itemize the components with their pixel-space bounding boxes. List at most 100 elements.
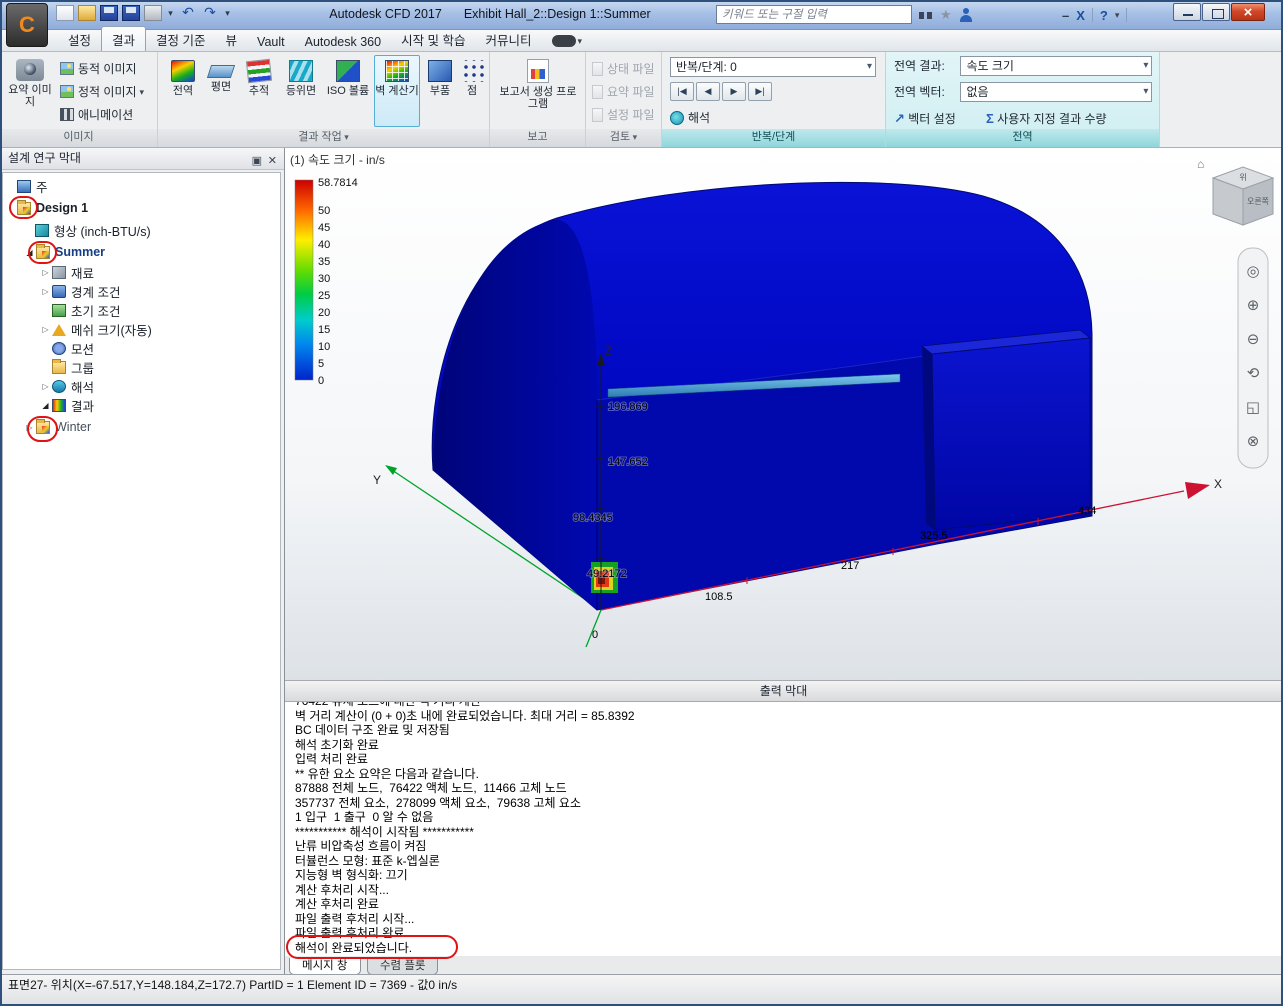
- traces-button[interactable]: 추적: [240, 55, 278, 127]
- group-label-review[interactable]: 검토: [586, 129, 661, 147]
- step-back-icon[interactable]: ◀: [696, 82, 720, 101]
- svg-text:325.5: 325.5: [920, 530, 948, 542]
- sign-in-user-icon[interactable]: [958, 7, 974, 23]
- svg-text:434: 434: [1078, 505, 1096, 517]
- static-image-button[interactable]: 정적 이미지: [60, 81, 144, 101]
- exchange-apps-icon[interactable]: X: [1076, 8, 1085, 23]
- skip-to-end-icon[interactable]: ▶|: [748, 82, 772, 101]
- pan-icon[interactable]: ⊕: [1247, 297, 1260, 314]
- custom-result-quantity-button[interactable]: 사용자 지정 결과 수량: [986, 108, 1106, 128]
- svg-text:25: 25: [318, 290, 330, 302]
- redo-icon[interactable]: [201, 5, 219, 21]
- tab-results[interactable]: 결과: [101, 26, 147, 51]
- tab-community[interactable]: 커뮤니티: [476, 27, 542, 51]
- undo-icon[interactable]: [179, 5, 197, 21]
- tree-item-motion[interactable]: 모션: [3, 339, 280, 358]
- chevron-down-icon[interactable]: [166, 5, 175, 21]
- animation-button[interactable]: 애니메이션: [60, 104, 133, 124]
- tab-vault[interactable]: Vault: [247, 32, 295, 51]
- expand-arrow-icon[interactable]: [39, 325, 52, 334]
- group-label-result-tasks[interactable]: 결과 작업: [158, 129, 489, 147]
- global-result-dropdown[interactable]: 속도 크기: [960, 56, 1153, 76]
- global-results-button[interactable]: 전역: [164, 55, 202, 127]
- summary-image-button[interactable]: 요약 이미지: [4, 55, 56, 127]
- zoom-icon[interactable]: ⊖: [1247, 331, 1260, 348]
- app-logo[interactable]: C: [6, 3, 48, 47]
- points-button[interactable]: 점: [458, 55, 486, 127]
- tab-setup[interactable]: 설정: [58, 27, 101, 51]
- dynamic-image-button[interactable]: 동적 이미지: [60, 58, 137, 78]
- isosurfaces-button[interactable]: 등위면: [278, 55, 324, 127]
- play-icon[interactable]: ▶: [722, 82, 746, 101]
- expand-arrow-icon[interactable]: [39, 268, 52, 277]
- legend-max: 58.7814: [318, 177, 358, 189]
- tab-view[interactable]: 뷰: [216, 27, 248, 51]
- tab-message-window[interactable]: 메시지 창: [289, 958, 361, 975]
- expand-arrow-icon[interactable]: [39, 401, 52, 410]
- save-all-icon[interactable]: [122, 5, 140, 21]
- expand-arrow-icon[interactable]: [39, 382, 52, 391]
- tree-item-geometry[interactable]: 형상 (inch-BTU/s): [3, 219, 280, 241]
- tree-item-design1[interactable]: Design 1: [3, 197, 280, 219]
- parts-button[interactable]: 부품: [422, 55, 458, 127]
- cloud-icon[interactable]: [551, 35, 576, 47]
- tab-autodesk360[interactable]: Autodesk 360: [295, 32, 391, 51]
- report-generator-button[interactable]: 보고서 생성 프로그램: [498, 55, 578, 127]
- pin-icon[interactable]: ▣: [252, 151, 262, 172]
- chevron-down-icon[interactable]: [140, 81, 145, 102]
- svg-text:35: 35: [318, 256, 330, 268]
- open-file-icon[interactable]: [78, 5, 96, 21]
- new-file-icon[interactable]: [56, 5, 74, 21]
- favorites-star-icon[interactable]: [940, 6, 952, 24]
- planes-button[interactable]: 평면: [202, 55, 240, 127]
- help-icon[interactable]: ?: [1100, 8, 1108, 23]
- search-icon[interactable]: [918, 8, 934, 22]
- output-bar-header[interactable]: 출력 막대: [285, 680, 1283, 702]
- tab-convergence-plot[interactable]: 수렴 플롯: [366, 958, 439, 975]
- window-controls: [1173, 3, 1265, 21]
- close-icon[interactable]: ✕: [268, 151, 277, 172]
- tree-item-initial-conditions[interactable]: 초기 조건: [3, 301, 280, 320]
- tree-item-mesh-size[interactable]: 메쉬 크기(자동): [3, 320, 280, 339]
- tree-item-results[interactable]: 결과: [3, 396, 280, 415]
- minimize-button[interactable]: [1173, 3, 1201, 21]
- chevron-down-icon[interactable]: [1115, 5, 1120, 25]
- motion-icon[interactable]: ⊗: [1247, 433, 1260, 450]
- tab-decision-center[interactable]: 결정 기준: [146, 27, 215, 51]
- orbit-icon[interactable]: ⟲: [1247, 365, 1260, 382]
- tree-item-groups[interactable]: 그룹: [3, 358, 280, 377]
- save-icon[interactable]: [100, 5, 118, 21]
- tree-item-summer[interactable]: Summer: [3, 241, 280, 263]
- group-label-iteration: 반복/단계: [662, 129, 885, 147]
- expand-arrow-icon[interactable]: [23, 423, 36, 432]
- close-button[interactable]: [1231, 3, 1265, 21]
- home-icon[interactable]: ⌂: [1197, 157, 1204, 171]
- look-at-icon[interactable]: ◱: [1246, 399, 1260, 416]
- tree-item-boundary-conditions[interactable]: 경계 조건: [3, 282, 280, 301]
- steering-wheel-icon[interactable]: ◎: [1246, 263, 1259, 280]
- chevron-down-icon[interactable]: [578, 31, 583, 51]
- solve-button[interactable]: 해석: [670, 107, 710, 127]
- tree-item-materials[interactable]: 재료: [3, 263, 280, 282]
- tree-item-main[interactable]: 주: [3, 175, 280, 197]
- minimize-infocenter-icon[interactable]: –: [1062, 8, 1069, 23]
- toolbar-overflow-icon[interactable]: [223, 5, 232, 21]
- expand-arrow-icon[interactable]: [39, 287, 52, 296]
- tab-getting-started[interactable]: 시작 및 학습: [391, 27, 475, 51]
- quick-access-toolbar: [56, 5, 232, 21]
- print-icon[interactable]: [144, 5, 162, 21]
- isovolumes-button[interactable]: ISO 볼륨: [324, 55, 372, 127]
- wall-calculator-button[interactable]: 벽 계산기: [374, 55, 420, 127]
- vector-settings-button[interactable]: 벡터 설정: [894, 108, 956, 128]
- tree-item-solve[interactable]: 해석: [3, 377, 280, 396]
- output-log[interactable]: 76422 유체 노드에 대한 벽 거리 계산벽 거리 계산이 (0 + 0)초…: [285, 702, 1283, 956]
- svg-text:108.5: 108.5: [705, 591, 733, 603]
- expand-arrow-icon[interactable]: [23, 248, 36, 257]
- search-input[interactable]: [716, 5, 912, 24]
- viewport-3d[interactable]: (1) 속도 크기 - in/s 58.7814 50 45 40 35 30 …: [285, 148, 1283, 680]
- skip-to-start-icon[interactable]: |◀: [670, 82, 694, 101]
- tree-item-winter[interactable]: Winter: [3, 415, 280, 439]
- maximize-button[interactable]: [1202, 3, 1230, 21]
- global-vector-dropdown[interactable]: 없음: [960, 82, 1153, 102]
- iteration-step-dropdown[interactable]: 반복/단계: 0: [670, 56, 876, 77]
